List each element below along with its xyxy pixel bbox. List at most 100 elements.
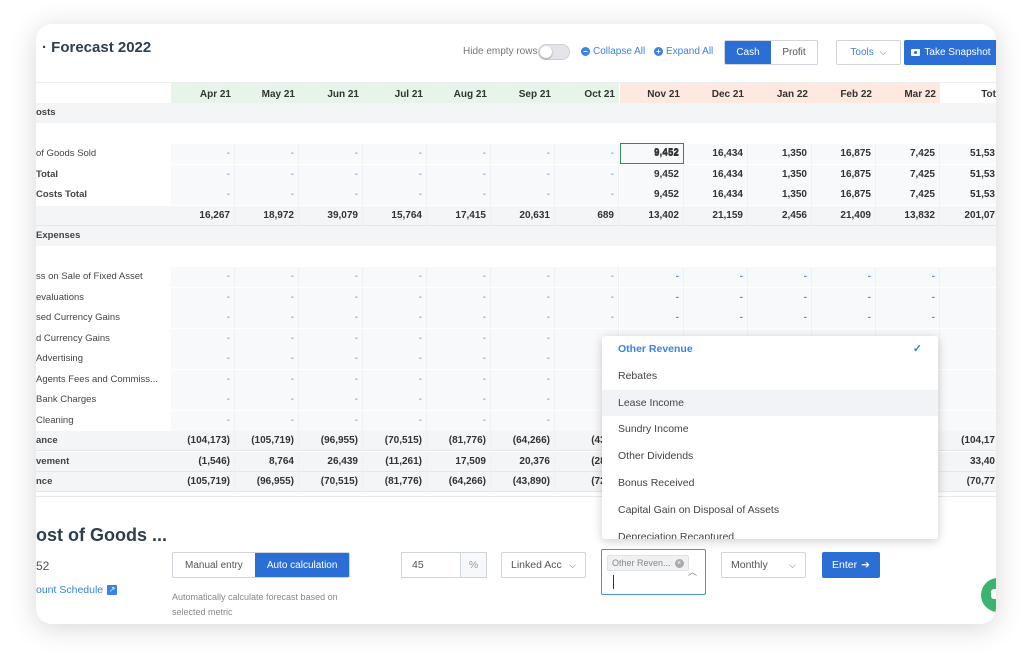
table-cell[interactable]: - <box>427 164 491 185</box>
table-cell[interactable]: - <box>555 144 619 164</box>
table-cell[interactable] <box>940 349 996 369</box>
table-cell[interactable]: - <box>491 144 555 164</box>
table-cell[interactable]: (70,515) <box>299 472 363 492</box>
table-cell[interactable]: (64,266) <box>491 431 555 451</box>
metric-multiselect[interactable]: Other Reven... × ︿ <box>601 549 706 595</box>
table-cell[interactable]: - <box>235 390 299 410</box>
dropdown-option[interactable]: Bonus Received <box>602 470 938 497</box>
table-cell[interactable]: - <box>555 308 619 328</box>
dropdown-option[interactable]: Other Revenue ✓ <box>602 336 938 363</box>
table-cell[interactable]: - <box>299 164 363 185</box>
table-cell[interactable]: - <box>235 328 299 349</box>
table-cell[interactable]: - <box>427 369 491 390</box>
table-cell[interactable]: 17,415 <box>427 205 491 226</box>
table-cell[interactable]: 16,875 <box>812 144 876 164</box>
table-cell[interactable]: - <box>427 349 491 369</box>
table-cell[interactable]: - <box>427 267 491 287</box>
table-cell[interactable]: - <box>491 287 555 308</box>
take-snapshot-button[interactable]: Take Snapshot <box>904 40 996 65</box>
table-cell[interactable]: - <box>363 349 427 369</box>
table-cell[interactable]: - <box>363 410 427 431</box>
table-cell[interactable] <box>940 328 996 349</box>
table-cell[interactable]: - <box>555 164 619 185</box>
table-cell[interactable]: - <box>363 144 427 164</box>
table-cell[interactable]: 16,434 <box>684 185 748 205</box>
table-cell[interactable]: 9,452 <box>620 185 684 205</box>
table-cell[interactable]: - <box>427 410 491 431</box>
table-cell[interactable]: - <box>299 287 363 308</box>
table-cell[interactable]: 689 <box>555 205 619 226</box>
table-cell[interactable]: - <box>620 308 684 328</box>
table-cell[interactable]: (104,17 <box>940 431 996 451</box>
table-cell[interactable]: (1,546) <box>171 451 235 472</box>
table-cell[interactable]: - <box>427 185 491 205</box>
table-cell[interactable]: - <box>363 328 427 349</box>
enter-button[interactable]: Enter ➔ <box>822 552 880 578</box>
table-cell[interactable]: 1,350 <box>748 164 812 185</box>
table-cell[interactable]: - <box>299 390 363 410</box>
table-cell[interactable]: (43,890) <box>491 472 555 492</box>
table-cell[interactable]: 2,456 <box>748 205 812 226</box>
table-cell[interactable]: - <box>235 144 299 164</box>
table-cell[interactable]: 21,159 <box>684 205 748 226</box>
table-cell[interactable]: (96,955) <box>299 431 363 451</box>
table-cell[interactable]: - <box>171 349 235 369</box>
table-cell[interactable]: - <box>684 267 748 287</box>
table-cell[interactable]: (11,261) <box>363 451 427 472</box>
table-cell[interactable]: - <box>235 369 299 390</box>
table-cell[interactable]: - <box>363 390 427 410</box>
table-cell[interactable]: - <box>171 144 235 164</box>
table-cell[interactable]: (96,955) <box>235 472 299 492</box>
table-cell[interactable]: - <box>299 144 363 164</box>
table-cell[interactable]: - <box>427 144 491 164</box>
table-cell[interactable]: - <box>555 287 619 308</box>
table-cell[interactable]: 201,07 <box>940 206 996 226</box>
table-cell[interactable]: - <box>491 185 555 205</box>
table-cell[interactable]: - <box>363 185 427 205</box>
table-cell[interactable]: - <box>299 369 363 390</box>
table-cell[interactable]: - <box>235 410 299 431</box>
period-select[interactable]: Monthly ⌵ <box>721 552 806 578</box>
table-cell[interactable]: - <box>171 369 235 390</box>
table-cell[interactable]: - <box>299 308 363 328</box>
table-cell[interactable]: - <box>491 390 555 410</box>
table-cell[interactable]: - <box>491 410 555 431</box>
chip-remove-icon[interactable]: × <box>674 558 684 568</box>
auto-calculation-tab[interactable]: Auto calculation <box>254 553 350 577</box>
table-cell[interactable]: - <box>555 267 619 287</box>
dropdown-option[interactable]: Capital Gain on Disposal of Assets <box>602 497 938 524</box>
table-cell[interactable]: - <box>491 349 555 369</box>
percent-input[interactable]: 45 % <box>401 552 487 578</box>
table-cell[interactable]: 18,972 <box>235 205 299 226</box>
table-cell[interactable]: - <box>555 185 619 205</box>
table-cell[interactable]: 51,53 <box>940 144 996 164</box>
table-cell[interactable]: - <box>171 308 235 328</box>
table-cell[interactable]: - <box>171 390 235 410</box>
table-cell[interactable]: - <box>171 287 235 308</box>
table-cell[interactable]: 17,509 <box>427 451 491 472</box>
table-cell[interactable]: - <box>235 349 299 369</box>
table-cell[interactable] <box>940 287 996 308</box>
table-cell[interactable]: - <box>171 164 235 185</box>
cash-tab[interactable]: Cash <box>725 41 771 64</box>
table-cell[interactable]: - <box>427 390 491 410</box>
manual-entry-tab[interactable]: Manual entry <box>173 553 255 577</box>
table-cell[interactable]: - <box>299 267 363 287</box>
table-cell[interactable]: - <box>491 267 555 287</box>
table-cell[interactable]: - <box>299 410 363 431</box>
table-cell[interactable] <box>940 390 996 410</box>
table-cell[interactable]: - <box>363 287 427 308</box>
table-cell[interactable]: - <box>812 287 876 308</box>
table-cell[interactable]: 20,631 <box>491 205 555 226</box>
table-cell[interactable]: 15,764 <box>363 205 427 226</box>
table-cell[interactable]: (64,266) <box>427 472 491 492</box>
table-cell[interactable]: 33,40 <box>940 452 996 472</box>
table-cell[interactable]: - <box>171 185 235 205</box>
table-cell[interactable]: - <box>171 267 235 287</box>
table-cell[interactable]: - <box>876 267 940 287</box>
table-cell[interactable]: 16,875 <box>812 185 876 205</box>
account-schedule-link[interactable]: ount Schedule ↗ <box>36 584 118 596</box>
expand-all-button[interactable]: + Expand All <box>654 46 713 57</box>
table-cell[interactable]: 1,350 <box>748 144 812 164</box>
table-cell[interactable]: 7,425 <box>876 144 940 164</box>
